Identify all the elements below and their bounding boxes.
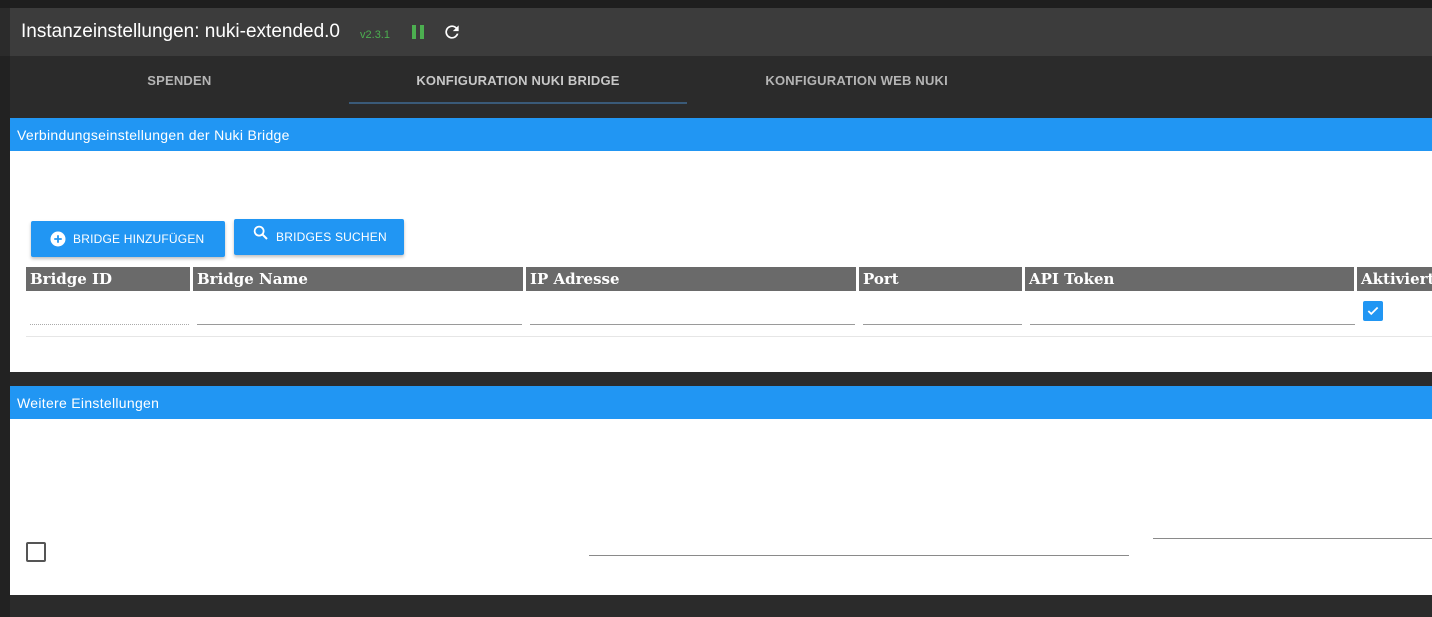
column-header-ip: IP Adresse	[526, 267, 856, 291]
further-settings-checkbox[interactable]	[26, 542, 46, 562]
enabled-checkbox[interactable]	[1363, 301, 1383, 321]
connection-panel: Verbindungseinstellungen der Nuki Bridge…	[10, 118, 1432, 372]
column-header-bridge-id: Bridge ID	[26, 267, 190, 291]
search-bridges-label: BRIDGES SUCHEN	[276, 230, 387, 244]
add-bridge-label: BRIDGE HINZUFÜGEN	[73, 232, 205, 246]
column-header-bridge-name: Bridge Name	[193, 267, 523, 291]
column-header-port: Port	[859, 267, 1022, 291]
tab-spenden[interactable]: SPENDEN	[10, 56, 349, 104]
api-token-field[interactable]	[1030, 324, 1355, 325]
column-header-api-token: API Token	[1025, 267, 1354, 291]
tab-label: KONFIGURATION NUKI BRIDGE	[416, 72, 620, 88]
tab-partial[interactable]: A	[1026, 56, 1432, 104]
tab-label: SPENDEN	[147, 72, 212, 88]
bridge-id-field[interactable]	[30, 324, 189, 325]
window-title: Instanzeinstellungen: nuki-extended.0	[21, 21, 341, 42]
title-bar: Instanzeinstellungen: nuki-extended.0 v2…	[10, 8, 1432, 56]
search-bridges-button[interactable]: BRIDGES SUCHEN	[234, 219, 404, 255]
table-row-divider	[26, 336, 1432, 337]
refresh-icon[interactable]	[442, 22, 462, 42]
further-settings-header: Weitere Einstellungen	[10, 386, 1432, 419]
add-bridge-button[interactable]: BRIDGE HINZUFÜGEN	[31, 221, 225, 257]
tab-label: KONFIGURATION WEB NUKI	[765, 72, 948, 88]
connection-panel-header: Verbindungseinstellungen der Nuki Bridge	[10, 118, 1432, 151]
further-settings-panel: Weitere Einstellungen	[10, 386, 1432, 595]
further-settings-select[interactable]	[1153, 538, 1432, 539]
pause-icon[interactable]	[410, 24, 426, 40]
left-edge	[0, 56, 10, 617]
bridge-name-field[interactable]	[197, 324, 522, 325]
top-strip	[0, 0, 1432, 8]
port-field[interactable]	[863, 324, 1022, 325]
bridge-table-header: Bridge ID Bridge Name IP Adresse Port AP…	[26, 267, 1432, 291]
version-label: v2.3.1	[360, 28, 390, 41]
column-header-enabled: Aktiviert	[1357, 267, 1432, 291]
tab-konfiguration-web-nuki[interactable]: KONFIGURATION WEB NUKI	[687, 56, 1026, 104]
search-icon	[252, 224, 270, 242]
tab-konfiguration-nuki-bridge[interactable]: KONFIGURATION NUKI BRIDGE	[348, 56, 688, 104]
ip-address-field[interactable]	[530, 324, 855, 325]
add-circle-icon	[49, 230, 67, 248]
tab-bar: SPENDEN KONFIGURATION NUKI BRIDGE KONFIG…	[10, 56, 1432, 104]
further-settings-input[interactable]	[589, 555, 1129, 556]
checkmark-icon	[1367, 306, 1379, 316]
